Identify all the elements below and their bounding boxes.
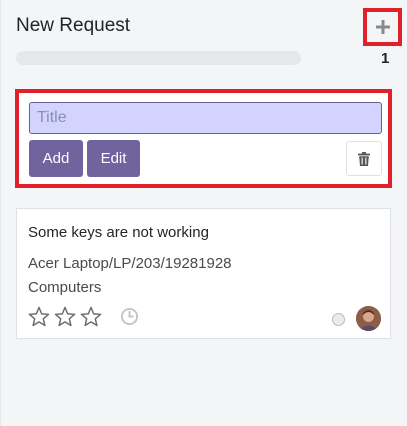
add-record-button[interactable] bbox=[363, 8, 402, 46]
user-avatar[interactable] bbox=[356, 306, 381, 331]
card-title: Some keys are not working bbox=[28, 224, 209, 241]
column-progress-bar[interactable] bbox=[16, 51, 301, 65]
add-button[interactable]: Add bbox=[29, 140, 83, 177]
quick-create-form: Add Edit bbox=[15, 89, 392, 188]
kanban-column: New Request 1 Add Edit Some keys are not… bbox=[0, 0, 407, 426]
star-icon[interactable] bbox=[28, 306, 50, 327]
kanban-card[interactable]: Some keys are not working Acer Laptop/LP… bbox=[16, 208, 391, 339]
trash-icon bbox=[358, 151, 370, 166]
card-category: Computers bbox=[28, 279, 102, 296]
delete-button[interactable] bbox=[346, 141, 382, 176]
card-equipment: Acer Laptop/LP/203/19281928 bbox=[28, 255, 232, 272]
status-circle-icon[interactable] bbox=[332, 313, 345, 326]
star-icon[interactable] bbox=[80, 306, 102, 327]
edit-button[interactable]: Edit bbox=[87, 140, 140, 177]
priority-widget bbox=[28, 306, 102, 327]
title-input[interactable] bbox=[29, 102, 382, 134]
plus-icon bbox=[375, 20, 390, 34]
column-title: New Request bbox=[16, 15, 131, 36]
column-count: 1 bbox=[381, 50, 390, 67]
clock-icon[interactable] bbox=[120, 307, 139, 326]
star-icon[interactable] bbox=[54, 306, 76, 327]
